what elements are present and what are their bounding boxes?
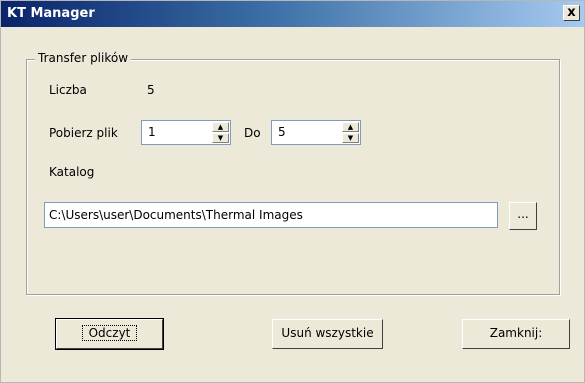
download-to-spin-buttons: ▲ ▼ bbox=[342, 122, 359, 143]
spin-up-icon[interactable]: ▲ bbox=[342, 122, 359, 132]
read-button[interactable]: Odczyt bbox=[55, 318, 164, 350]
spin-up-icon[interactable]: ▲ bbox=[212, 122, 229, 132]
download-from-value[interactable]: 1 bbox=[148, 125, 156, 139]
close-window-button[interactable]: x bbox=[563, 5, 580, 21]
read-button-label: Odczyt bbox=[81, 325, 138, 341]
spin-down-icon[interactable]: ▼ bbox=[212, 133, 229, 143]
count-label: Liczba bbox=[49, 83, 87, 97]
close-button[interactable]: Zamknij: bbox=[462, 319, 570, 349]
folder-label: Katalog bbox=[49, 165, 95, 179]
folder-path-input[interactable]: C:\Users\user\Documents\Thermal Images bbox=[44, 202, 498, 228]
transfer-group-legend: Transfer plików bbox=[35, 51, 132, 65]
download-to-value[interactable]: 5 bbox=[278, 125, 286, 139]
count-value: 5 bbox=[147, 83, 155, 97]
transfer-group-box bbox=[26, 59, 560, 295]
download-to-spinner[interactable]: 5 ▲ ▼ bbox=[271, 120, 361, 145]
download-from-spinner[interactable]: 1 ▲ ▼ bbox=[141, 120, 231, 145]
browse-folder-button[interactable]: ... bbox=[509, 202, 537, 230]
window-title: KT Manager bbox=[7, 6, 95, 21]
title-bar[interactable]: KT Manager x bbox=[1, 1, 584, 27]
to-label: Do bbox=[244, 126, 261, 140]
kt-manager-window: KT Manager x Transfer plików Liczba 5 Po… bbox=[0, 0, 585, 383]
spin-down-icon[interactable]: ▼ bbox=[342, 133, 359, 143]
download-from-spin-buttons: ▲ ▼ bbox=[212, 122, 229, 143]
download-file-label: Pobierz plik bbox=[49, 126, 118, 140]
delete-all-button[interactable]: Usuń wszystkie bbox=[272, 319, 383, 349]
folder-path-value[interactable]: C:\Users\user\Documents\Thermal Images bbox=[49, 208, 303, 222]
